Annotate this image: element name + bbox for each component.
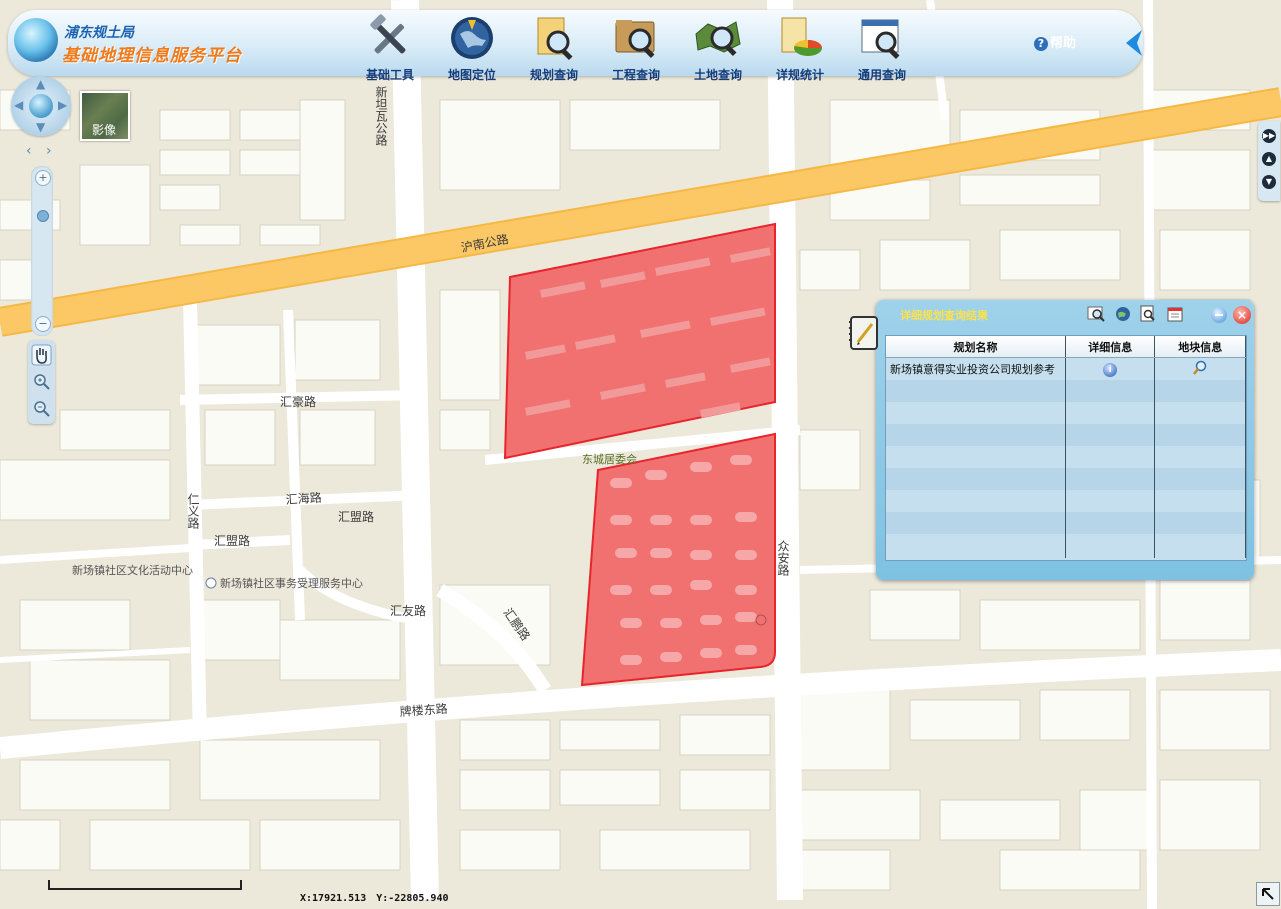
map-tools <box>28 340 55 424</box>
toolbar-general-query[interactable]: 通用查询 <box>842 14 922 83</box>
app-header: 浦东规土局 基础地理信息服务平台 基础工具 地图定位 规划查询 工程查询 土地查… <box>8 10 1143 82</box>
table-row[interactable]: 新场镇意得实业投资公司规划参考 i <box>886 357 1246 380</box>
app-title: 基础地理信息服务平台 <box>62 46 242 66</box>
search-results-icon[interactable] <box>1087 305 1105 323</box>
toolbar-project-query[interactable]: 工程查询 <box>596 14 676 83</box>
column-header-parcel[interactable]: 地块信息 <box>1154 336 1246 358</box>
zoom-in-tool-icon[interactable] <box>31 371 52 393</box>
zoom-slider[interactable] <box>31 166 53 336</box>
question-icon: ? <box>1034 37 1048 51</box>
toolbar-map-locate[interactable]: 地图定位 <box>432 14 512 83</box>
toolbar-label: 详规统计 <box>775 68 824 82</box>
plan-search-icon <box>530 14 578 62</box>
road-label-huiyou: 汇友路 <box>390 603 426 618</box>
locate-globe-icon[interactable] <box>1114 305 1132 323</box>
toolbar-label: 规划查询 <box>529 68 578 82</box>
column-header-detail[interactable]: 详细信息 <box>1065 336 1156 358</box>
layer-switch-imagery[interactable]: 影像 <box>80 91 130 141</box>
table-row <box>886 446 1246 468</box>
table-row <box>886 512 1246 534</box>
general-search-icon <box>858 14 906 62</box>
page-search-icon[interactable] <box>1139 305 1157 323</box>
layer-label: 影像 <box>92 123 117 137</box>
road-label-huimeng-2: 汇盟路 <box>214 533 250 548</box>
magnifier-icon[interactable] <box>1192 360 1208 376</box>
toolbar-label: 地图定位 <box>447 68 496 82</box>
calendar-icon[interactable] <box>1166 305 1184 323</box>
toolbar-basic-tools[interactable]: 基础工具 <box>350 14 430 83</box>
road-label-zhongan: 众安路 <box>776 540 790 577</box>
table-row <box>886 534 1246 558</box>
coordinate-readout: X:17921.513 Y:-22805.940 <box>300 893 448 904</box>
poi-label-dongcheng: 东城居委会 <box>582 453 637 466</box>
plan-name-cell[interactable]: 新场镇意得实业投资公司规划参考 <box>886 357 1066 380</box>
table-row <box>886 468 1246 490</box>
help-label: 帮助 <box>1050 36 1077 51</box>
expand-panel-icon[interactable]: ▶▶ <box>1262 129 1276 143</box>
zoom-in-button[interactable]: + <box>35 170 51 186</box>
pan-down-icon[interactable]: ▼ <box>36 120 45 134</box>
pan-left-icon[interactable]: ◀ <box>14 98 23 112</box>
results-table: 规划名称 详细信息 地块信息 新场镇意得实业投资公司规划参考 i <box>885 335 1247 561</box>
column-header-plan-name[interactable]: 规划名称 <box>886 336 1066 358</box>
zoom-out-tool-icon[interactable] <box>31 398 52 420</box>
close-button[interactable]: × <box>1233 306 1251 324</box>
pan-right-icon[interactable]: ▶ <box>58 98 67 112</box>
toolbar-label: 通用查询 <box>857 68 906 82</box>
next-extent-icon[interactable]: › <box>46 143 52 159</box>
toolbar-detail-stats[interactable]: 详规统计 <box>760 14 840 83</box>
toolbar-land-query[interactable]: 土地查询 <box>678 14 758 83</box>
poi-label-culture-center: 新场镇社区文化活动中心 <box>72 563 193 577</box>
logo-icon <box>14 18 58 62</box>
globe-locate-icon <box>448 14 496 62</box>
road-label-renyi: 仁义路 <box>186 493 200 530</box>
road-label-huihao: 汇豪路 <box>280 394 316 409</box>
toolbar-label: 基础工具 <box>365 68 414 82</box>
scroll-down-icon[interactable]: ▼ <box>1262 175 1276 189</box>
pan-up-icon[interactable]: ▲ <box>36 77 45 91</box>
toolbar-label: 工程查询 <box>611 68 660 82</box>
prev-extent-icon[interactable]: ‹ <box>26 143 32 159</box>
org-name: 浦东规土局 <box>64 25 134 41</box>
notepad-icon <box>848 314 882 352</box>
road-label-huimeng-1: 汇盟路 <box>338 509 374 524</box>
chevron-left-icon <box>1126 30 1142 56</box>
coord-x: X:17921.513 <box>300 893 367 904</box>
collapse-header-button[interactable] <box>1120 28 1150 58</box>
zoom-out-button[interactable]: − <box>35 316 51 332</box>
tools-icon <box>366 14 414 62</box>
table-row <box>886 402 1246 424</box>
globe-icon <box>29 94 53 118</box>
project-search-icon <box>612 14 660 62</box>
table-row <box>886 380 1246 402</box>
road-label-xintanwa: 新坦瓦公路 <box>374 85 388 147</box>
table-row <box>886 424 1246 446</box>
arrow-up-left-icon <box>1262 888 1274 900</box>
poi-marker-icon[interactable] <box>205 577 217 589</box>
scroll-up-icon[interactable]: ▲ <box>1262 152 1276 166</box>
info-icon[interactable]: i <box>1103 362 1118 377</box>
results-window: 详细规划查询结果 × 规划名称 详细信息 地块信息 新场镇意得实业投资公司规划参… <box>876 300 1254 580</box>
parcel-south[interactable] <box>580 432 776 687</box>
zoom-slider-handle[interactable] <box>37 210 49 222</box>
help-button[interactable]: ? 帮助 <box>1034 32 1076 51</box>
road-label-huihai: 汇海路 <box>285 490 322 507</box>
toolbar-plan-query[interactable]: 规划查询 <box>514 14 594 83</box>
overview-toggle-button[interactable] <box>1256 882 1280 906</box>
pan-control[interactable]: ▲ ▼ ◀ ▶ <box>11 76 71 136</box>
statistics-icon <box>776 14 824 62</box>
coord-y: Y:-22805.940 <box>376 893 449 904</box>
land-search-icon <box>694 14 742 62</box>
minimize-button[interactable] <box>1211 307 1227 323</box>
scale-bar <box>48 880 242 890</box>
table-row <box>886 490 1246 512</box>
hand-icon[interactable] <box>31 344 52 366</box>
right-panel-controls: ▶▶ ▲ ▼ <box>1258 121 1280 201</box>
poi-label-service-center: 新场镇社区事务受理服务中心 <box>220 576 363 590</box>
results-window-title: 详细规划查询结果 <box>900 309 988 322</box>
toolbar-label: 土地查询 <box>693 68 742 82</box>
